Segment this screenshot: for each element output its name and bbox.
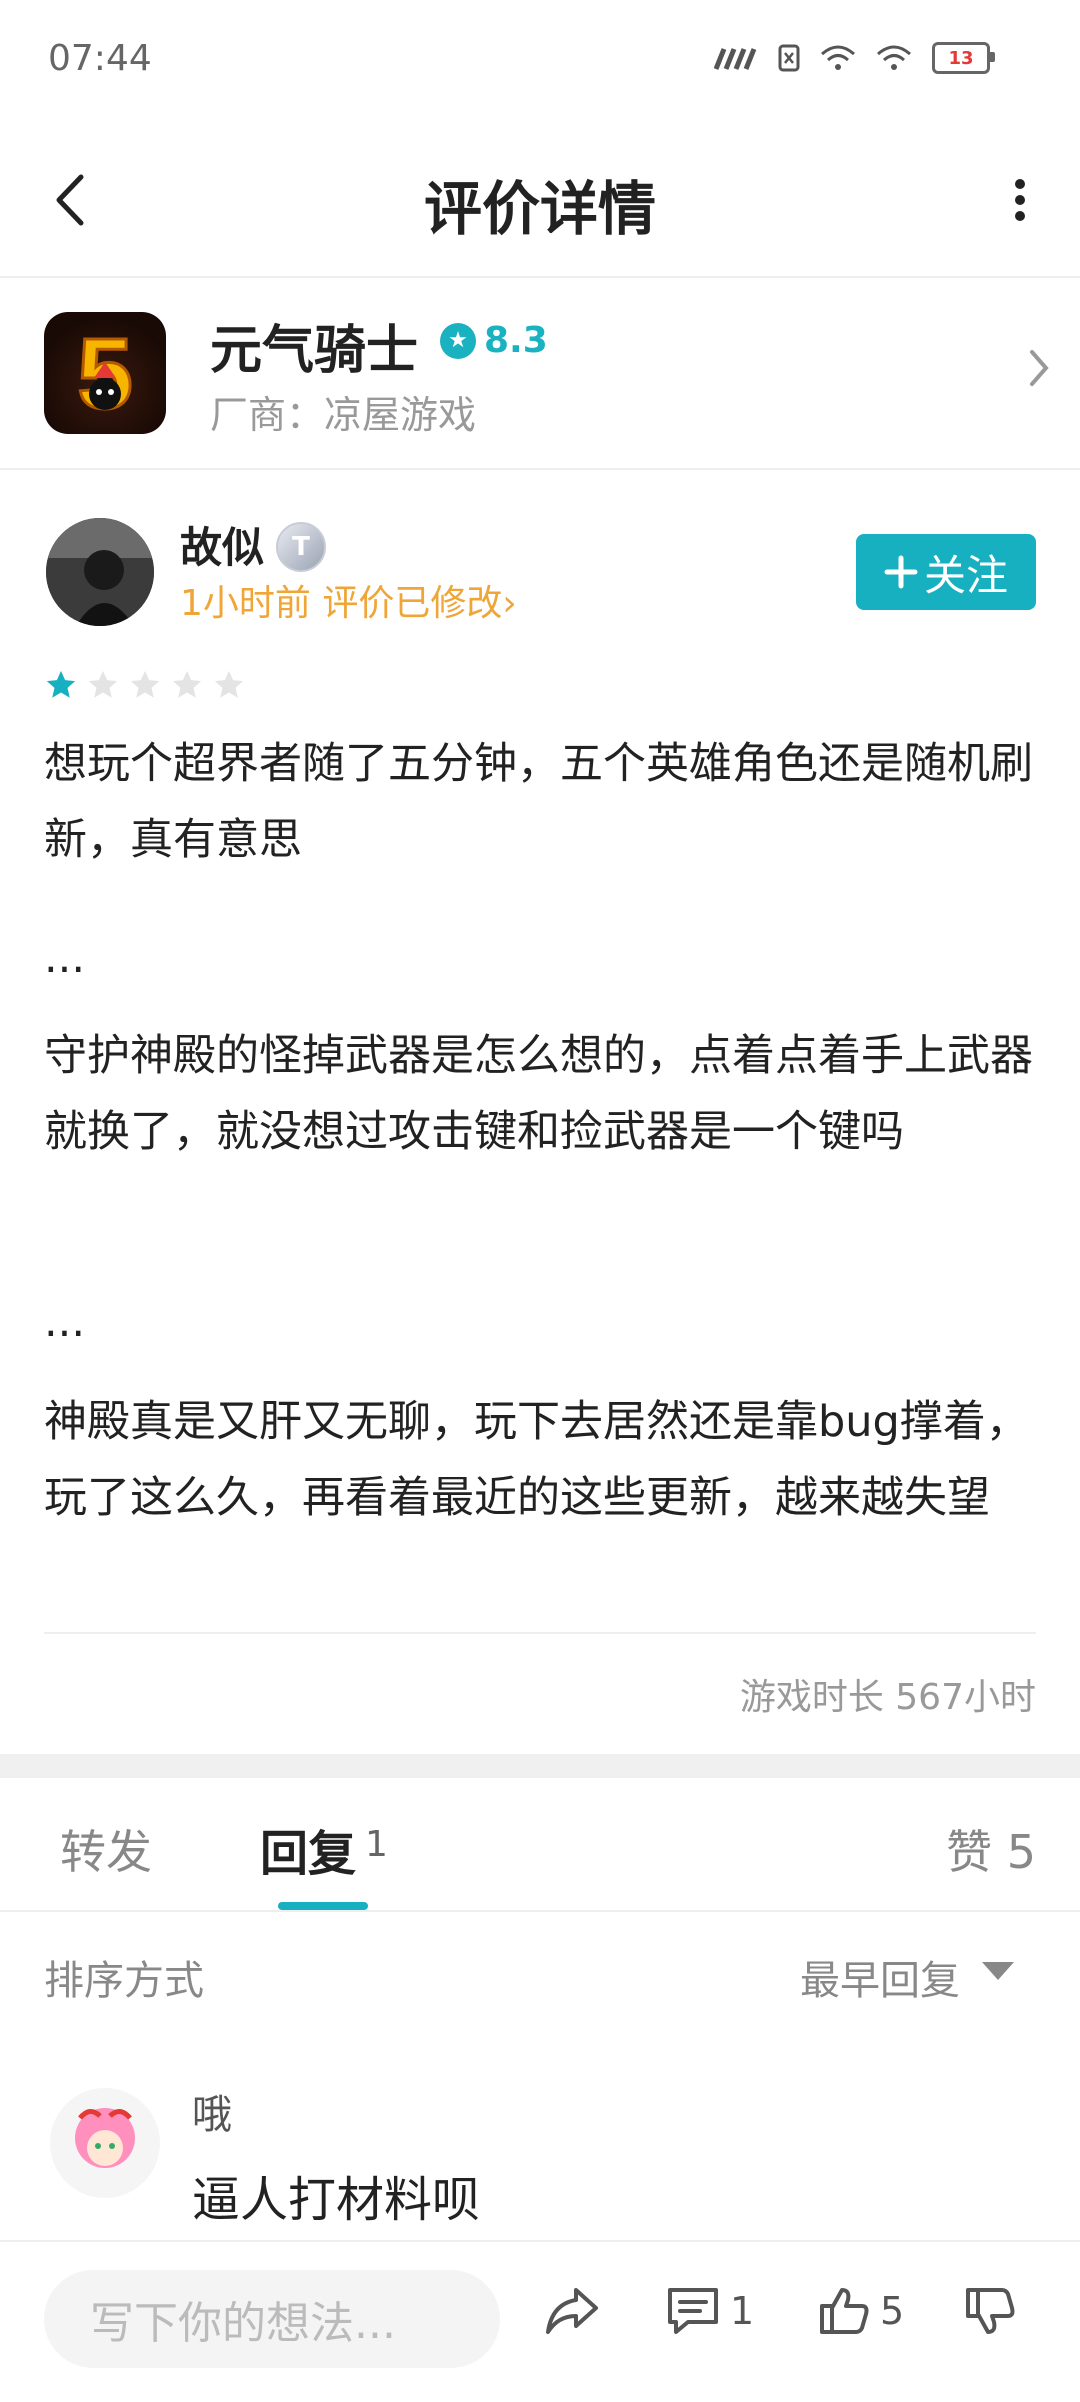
review-ellipsis: ... bbox=[44, 933, 86, 983]
sort-label: 排序方式 bbox=[44, 1958, 204, 2004]
star-empty-icon bbox=[172, 670, 202, 698]
rating-value: 8.3 bbox=[484, 320, 548, 361]
reply-button[interactable]: 1 bbox=[666, 2286, 754, 2336]
playtime: 游戏时长 567小时 bbox=[739, 1677, 1036, 1718]
reviewer-avatar[interactable] bbox=[46, 518, 154, 626]
star-filled-icon bbox=[46, 670, 76, 698]
review-paragraph: 神殿真是又肝又无聊，玩下去居然还是靠bug撑着，玩了这么久，再看着最近的这些更新… bbox=[44, 1397, 1029, 1523]
game-card[interactable]: 5 元气骑士 ★ 8.3 厂商：凉屋游戏 bbox=[0, 278, 1080, 470]
sort-dropdown[interactable]: 最早回复 bbox=[800, 1948, 960, 2006]
page-title: 评价详情 bbox=[423, 175, 656, 243]
status-time: 07:44 bbox=[48, 38, 152, 79]
like-count: 5 bbox=[880, 2289, 905, 2333]
game-name: 元气骑士 bbox=[210, 321, 419, 381]
status-bar: 07:44 13 bbox=[0, 0, 1080, 120]
tab-forward[interactable]: 转发 bbox=[60, 1816, 152, 1882]
signal-icon bbox=[714, 45, 758, 71]
dislike-button[interactable] bbox=[964, 2286, 1016, 2336]
tab-bar: 转发 回复 1 赞 5 bbox=[0, 1778, 1080, 1912]
follow-button[interactable]: 关注 bbox=[856, 534, 1036, 610]
comment-input[interactable]: 写下你的想法... bbox=[44, 2270, 500, 2368]
more-options-button[interactable] bbox=[990, 165, 1050, 235]
chevron-right-icon[interactable] bbox=[1028, 348, 1050, 392]
wifi-icon bbox=[820, 44, 856, 72]
tab-like[interactable]: 赞 5 bbox=[946, 1816, 1036, 1882]
caret-down-icon[interactable] bbox=[982, 1962, 1014, 1980]
follow-label: 关注 bbox=[923, 550, 1008, 600]
share-button[interactable] bbox=[544, 2286, 600, 2336]
section-divider bbox=[0, 1754, 1080, 1778]
battery-level: 13 bbox=[948, 47, 974, 69]
header: 评价详情 bbox=[0, 120, 1080, 278]
status-icons: 13 bbox=[714, 42, 995, 74]
bottom-action-bar: 写下你的想法... 1 5 bbox=[0, 2240, 1080, 2402]
review-stars bbox=[44, 668, 246, 702]
review-paragraph: 想玩个超界者随了五分钟，五个英雄角色还是随机刷新，真有意思 bbox=[44, 739, 1033, 865]
level-badge: T bbox=[276, 522, 326, 572]
battery-icon: 13 bbox=[932, 42, 995, 74]
star-empty-icon bbox=[214, 670, 244, 698]
active-tab-indicator bbox=[278, 1902, 368, 1910]
like-button[interactable]: 5 bbox=[818, 2286, 904, 2336]
star-empty-icon bbox=[88, 670, 118, 698]
game-vendor: 厂商：凉屋游戏 bbox=[210, 393, 477, 437]
sim-off-icon bbox=[778, 44, 800, 72]
more-vertical-icon bbox=[1015, 179, 1025, 221]
star-icon: ★ bbox=[440, 322, 476, 359]
review-time-status[interactable]: 1小时前 评价已修改› bbox=[180, 574, 517, 626]
review-ellipsis: ... bbox=[44, 1297, 86, 1347]
comment-icon bbox=[668, 2288, 718, 2334]
comment-text: 逼人打材料呗 bbox=[192, 2172, 481, 2228]
reply-count: 1 bbox=[730, 2289, 755, 2333]
tab-reply-count: 1 bbox=[365, 1824, 388, 1865]
share-icon bbox=[546, 2288, 598, 2334]
divider bbox=[44, 1632, 1036, 1634]
game-rating: ★ 8.3 bbox=[440, 320, 548, 361]
tab-reply[interactable]: 回复 bbox=[260, 1814, 356, 1884]
thumbs-down-icon bbox=[966, 2288, 1015, 2334]
plus-icon bbox=[884, 555, 918, 589]
thumbs-up-icon bbox=[820, 2288, 869, 2334]
review-paragraph: 守护神殿的怪掉武器是怎么想的，点着点着手上武器就换了，就没想过攻击键和捡武器是一… bbox=[44, 1031, 1033, 1157]
wifi-icon bbox=[876, 44, 912, 72]
star-empty-icon bbox=[130, 670, 160, 698]
commenter-name[interactable]: 哦 bbox=[192, 2082, 232, 2140]
reviewer-name[interactable]: 故似 bbox=[180, 514, 264, 575]
commenter-avatar[interactable] bbox=[50, 2088, 160, 2198]
game-icon: 5 bbox=[44, 312, 166, 434]
